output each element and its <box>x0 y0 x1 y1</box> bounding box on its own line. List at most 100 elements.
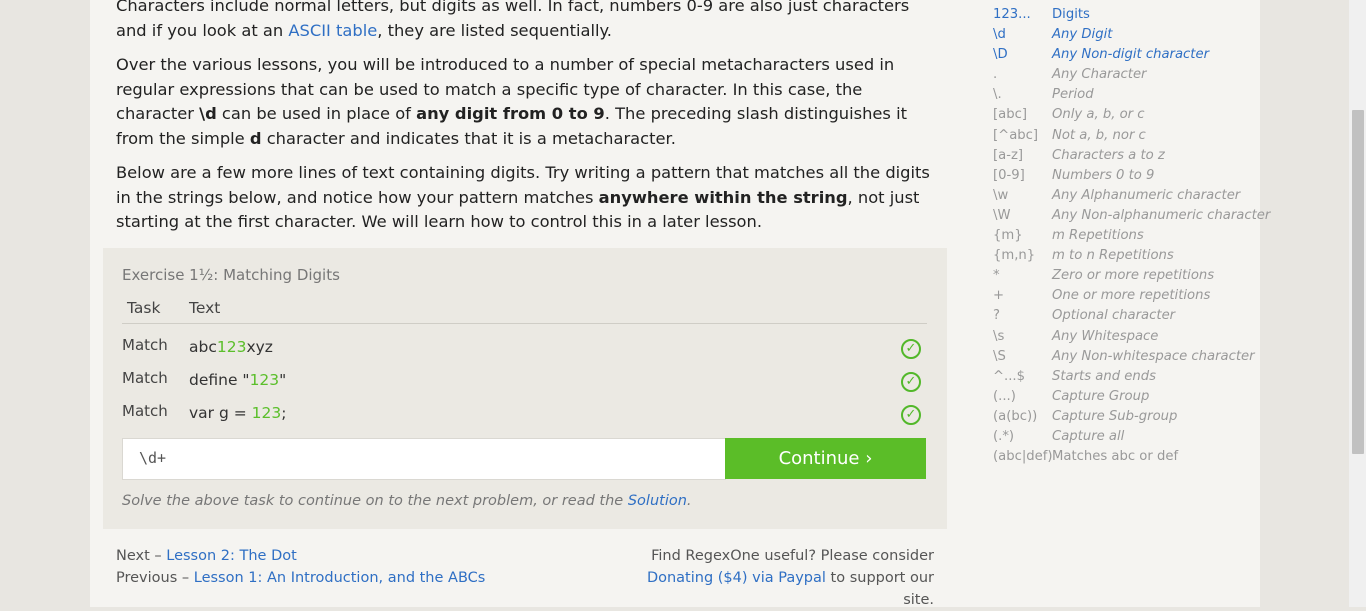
check-icon: ✓ <box>901 372 921 392</box>
reference-code: (.*) <box>993 428 1015 444</box>
reference-item[interactable]: [0-9] Numbers 0 to 9 <box>993 166 1268 186</box>
regex-input-wrapper <box>122 438 726 480</box>
donate-link[interactable]: Donating ($4) via Paypal <box>647 570 826 586</box>
check-icon: ✓ <box>901 405 921 425</box>
reference-item[interactable]: {m,n} m to n Repetitions <box>993 246 1268 266</box>
match-highlight: 123 <box>216 338 247 356</box>
reference-code: (a(bc)) <box>993 408 1038 424</box>
lesson-paragraph-2: Over the various lessons, you will be in… <box>116 53 936 151</box>
exercise-table-header: Task Text <box>122 299 927 324</box>
lesson-text: can be used in place of <box>216 104 417 123</box>
reference-desc: Any Non-digit character <box>1052 47 1210 63</box>
next-lesson-link[interactable]: Lesson 2: The Dot <box>166 548 297 564</box>
lesson-bold: d <box>249 128 262 148</box>
reference-item[interactable]: + One or more repetitions <box>993 286 1268 306</box>
support-line: Donating ($4) via Paypal to support our … <box>634 567 934 611</box>
reference-code: (...) <box>993 388 1016 404</box>
reference-desc: Any Character <box>1052 67 1147 83</box>
reference-desc: Only a, b, or c <box>1052 107 1145 123</box>
reference-desc: Period <box>1052 87 1094 103</box>
reference-item[interactable]: 123... Digits <box>993 5 1268 25</box>
reference-desc: Capture Group <box>1052 388 1150 404</box>
match-highlight: 123 <box>251 404 282 422</box>
continue-button[interactable]: Continue › <box>725 438 926 479</box>
previous-lesson: Previous – Lesson 1: An Introduction, an… <box>116 567 485 589</box>
reference-item[interactable]: \w Any Alphanumeric character <box>993 186 1268 206</box>
reference-desc: One or more repetitions <box>1052 288 1211 304</box>
reference-item[interactable]: (...) Capture Group <box>993 387 1268 407</box>
table-row: Match abc123xyz ✓ <box>122 336 927 364</box>
reference-code: ? <box>993 308 1000 324</box>
metachar-d: \d <box>199 104 217 123</box>
reference-code: . <box>993 67 998 83</box>
reference-item[interactable]: \. Period <box>993 85 1268 105</box>
next-lesson: Next – Lesson 2: The Dot <box>116 545 485 567</box>
reference-code: \w <box>993 187 1009 203</box>
reference-item[interactable]: \d Any Digit <box>993 25 1268 45</box>
exercise-title: Exercise 1½: Matching Digits <box>122 266 340 284</box>
reference-code: \D <box>993 47 1008 63</box>
reference-code: [a-z] <box>993 147 1024 163</box>
row-task: Match <box>122 369 168 387</box>
row-text: var g = 123; <box>189 404 286 422</box>
reference-code: * <box>993 268 1000 284</box>
reference-item[interactable]: ? Optional character <box>993 306 1268 326</box>
reference-desc: Any Alphanumeric character <box>1052 187 1241 203</box>
support-message: Find RegexOne useful? Please consider Do… <box>634 545 934 611</box>
previous-lesson-link[interactable]: Lesson 1: An Introduction, and the ABCs <box>194 570 486 586</box>
check-icon: ✓ <box>901 339 921 359</box>
reference-code: [abc] <box>993 107 1027 123</box>
reference-desc: Any Non-whitespace character <box>1052 348 1255 364</box>
reference-desc: m to n Repetitions <box>1052 248 1174 264</box>
reference-item[interactable]: \D Any Non-digit character <box>993 45 1268 65</box>
reference-code: [0-9] <box>993 167 1025 183</box>
exercise-panel: Exercise 1½: Matching Digits Task Text M… <box>103 248 947 529</box>
hint-part: . <box>686 493 692 509</box>
reference-code: {m,n} <box>993 248 1036 264</box>
next-prefix: Next – <box>116 548 167 564</box>
scrollbar-thumb[interactable] <box>1352 110 1364 454</box>
lesson-paragraph-1: Characters include normal letters, but d… <box>116 0 936 43</box>
match-highlight: 123 <box>249 371 280 389</box>
row-text: abc123xyz <box>189 338 273 356</box>
column-task: Task <box>127 299 161 317</box>
reference-item[interactable]: . Any Character <box>993 65 1268 85</box>
reference-desc: Numbers 0 to 9 <box>1052 167 1155 183</box>
reference-item[interactable]: {m} m Repetitions <box>993 226 1268 246</box>
text-part: var g = <box>189 404 252 422</box>
page-scrollbar[interactable] <box>1349 0 1366 607</box>
hint-text: Solve the above task to continue on to t… <box>122 493 692 509</box>
support-text: Find RegexOne useful? Please consider <box>651 548 934 564</box>
reference-item[interactable]: \s Any Whitespace <box>993 327 1268 347</box>
reference-desc: Not a, b, nor c <box>1052 127 1146 143</box>
reference-desc: Starts and ends <box>1052 368 1156 384</box>
text-part: ; <box>281 404 287 422</box>
reference-code: \s <box>993 328 1005 344</box>
reference-desc: Digits <box>1052 7 1090 22</box>
reference-code: \d <box>993 27 1006 43</box>
reference-code: {m} <box>993 228 1023 244</box>
table-row: Match var g = 123; ✓ <box>122 402 927 430</box>
reference-desc: Zero or more repetitions <box>1052 268 1215 284</box>
lesson-text: character and indicates that it is a met… <box>261 128 676 148</box>
reference-item[interactable]: (abc|def) Matches abc or def <box>993 447 1268 467</box>
regex-input[interactable] <box>123 439 699 477</box>
reference-item[interactable]: (a(bc)) Capture Sub-group <box>993 407 1268 427</box>
row-task: Match <box>122 336 168 354</box>
reference-item[interactable]: \W Any Non-alphanumeric character <box>993 206 1270 226</box>
reference-item[interactable]: [^abc] Not a, b, nor c <box>993 126 1268 146</box>
reference-code: 123... <box>993 7 1031 22</box>
table-row: Match define "123" ✓ <box>122 369 927 397</box>
reference-item[interactable]: * Zero or more repetitions <box>993 266 1268 286</box>
reference-item[interactable]: (.*) Capture all <box>993 427 1268 447</box>
reference-item[interactable]: ^...$ Starts and ends <box>993 367 1268 387</box>
reference-item[interactable]: \S Any Non-whitespace character <box>993 347 1268 367</box>
lesson-navigation: Next – Lesson 2: The Dot Previous – Less… <box>116 545 485 589</box>
reference-code: (abc|def) <box>993 449 1053 465</box>
reference-item[interactable]: [abc] Only a, b, or c <box>993 105 1268 125</box>
reference-item[interactable]: [a-z] Characters a to z <box>993 146 1268 166</box>
ascii-table-link[interactable]: ASCII table <box>288 21 377 40</box>
solution-link[interactable]: Solution <box>628 493 687 509</box>
text-part: abc <box>189 338 217 356</box>
hint-part: Solve the above task to continue on to t… <box>122 493 628 509</box>
